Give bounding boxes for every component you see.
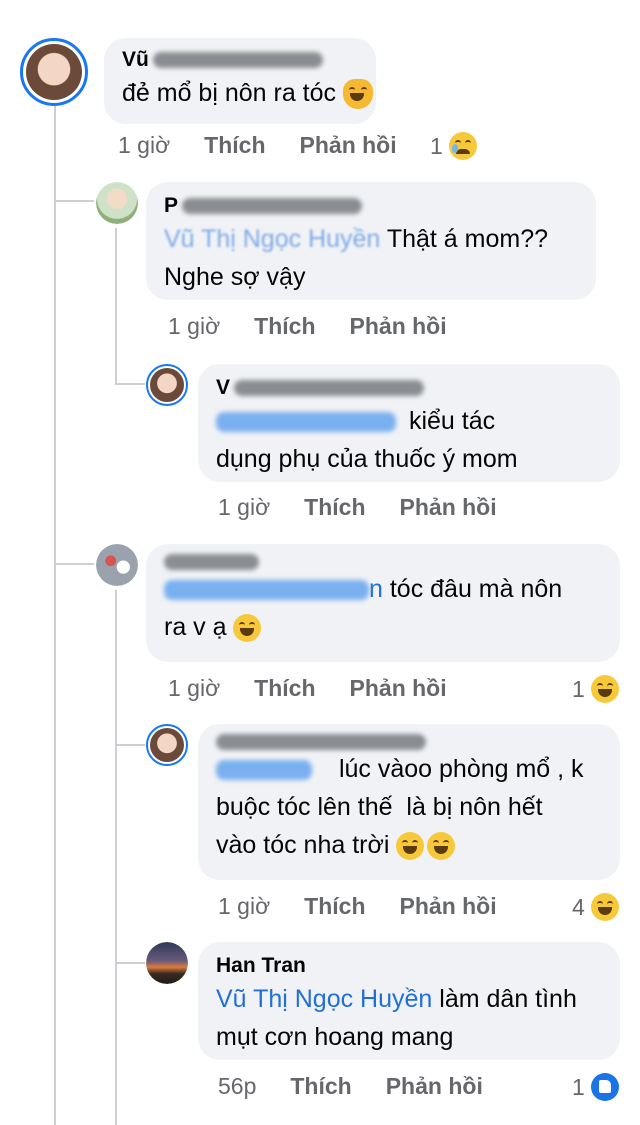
thread-line — [54, 104, 56, 1125]
avatar[interactable] — [96, 182, 138, 224]
comment-text: n tóc đâu mà nôn — [164, 570, 602, 608]
comment-author[interactable]: V — [216, 374, 602, 402]
comment-actions: 1 giờ Thích Phản hồi — [118, 132, 397, 159]
sad-tear-icon — [448, 132, 477, 160]
reply-button[interactable]: Phản hồi — [350, 675, 447, 702]
comment-text: lúc vàoo phòng mổ , k — [216, 750, 602, 788]
timestamp[interactable]: 1 giờ — [168, 313, 220, 340]
redacted-name — [152, 52, 323, 68]
comment-actions: 56p Thích Phản hồi — [218, 1073, 483, 1100]
redacted-name — [216, 734, 426, 750]
thread-branch — [115, 962, 145, 964]
like-icon — [590, 1073, 619, 1101]
avatar[interactable] — [20, 38, 88, 106]
grin-sweat-icon — [233, 614, 262, 643]
like-button[interactable]: Thích — [254, 313, 315, 340]
thread-line — [115, 228, 117, 384]
like-button[interactable]: Thích — [304, 893, 365, 920]
comment-author[interactable]: Han Tran — [216, 952, 602, 980]
comment-text-line: buộc tóc lên thế là bị nôn hết — [216, 793, 543, 821]
comment-text-line: ra v ạ — [164, 608, 602, 646]
comment-bubble: V kiểu tác dụng phụ của thuốc ý mom — [198, 364, 620, 482]
reply-button[interactable]: Phản hồi — [386, 1073, 483, 1100]
laughing-icon — [396, 832, 425, 861]
comment-bubble: Han Tran Vũ Thị Ngọc Huyền làm dân tình … — [198, 942, 620, 1060]
thread-branch — [54, 200, 94, 202]
redacted-name — [182, 198, 363, 214]
comment-bubble: n tóc đâu mà nôn ra v ạ — [146, 544, 620, 662]
timestamp[interactable]: 1 giờ — [168, 675, 220, 702]
thread-branch — [54, 563, 94, 565]
comment-author[interactable]: Vũ — [122, 46, 358, 74]
comment-actions: 1 giờ Thích Phản hồi — [168, 675, 447, 702]
avatar[interactable] — [146, 942, 188, 984]
reply-button[interactable]: Phản hồi — [400, 893, 497, 920]
comment-bubble: lúc vàoo phòng mổ , k buộc tóc lên thế l… — [198, 724, 620, 880]
mention-link[interactable] — [216, 412, 396, 433]
mention-link[interactable]: Vũ Thị Ngọc Huyền — [164, 225, 380, 253]
timestamp[interactable]: 56p — [218, 1073, 256, 1100]
comment-actions: 1 giờ Thích Phản hồi — [168, 313, 447, 340]
redacted-name — [164, 554, 259, 570]
thread-line — [115, 590, 117, 1125]
comment-bubble: Vũ đẻ mổ bị nôn ra tóc — [104, 38, 376, 124]
like-button[interactable]: Thích — [204, 132, 265, 159]
comment-text: Vũ Thị Ngọc Huyền làm dân tình — [216, 985, 577, 1013]
avatar[interactable] — [146, 724, 188, 766]
thread-branch — [115, 744, 145, 746]
comment-bubble: P Vũ Thị Ngọc Huyền Thật á mom?? Nghe sợ… — [146, 182, 596, 300]
reaction-count[interactable]: 4 — [572, 893, 619, 921]
comment-text-line: vào tóc nha trời — [216, 826, 602, 864]
reply-button[interactable]: Phản hồi — [350, 313, 447, 340]
mention-link[interactable] — [164, 580, 369, 601]
comment-text: đẻ mổ bị nôn ra tóc — [122, 74, 373, 112]
mention-link[interactable] — [216, 760, 312, 781]
comment-actions: 1 giờ Thích Phản hồi — [218, 893, 497, 920]
reaction-count[interactable]: 1 — [572, 675, 619, 703]
like-button[interactable]: Thích — [290, 1073, 351, 1100]
comment-text: kiểu tác — [216, 402, 602, 440]
reaction-count[interactable]: 1 — [572, 1073, 619, 1101]
timestamp[interactable]: 1 giờ — [218, 893, 270, 920]
comment-author[interactable]: P — [164, 192, 578, 220]
reply-button[interactable]: Phản hồi — [400, 494, 497, 521]
thread-branch — [115, 383, 145, 385]
comment-text-line: dụng phụ của thuốc ý mom — [216, 445, 518, 473]
timestamp[interactable]: 1 giờ — [118, 132, 170, 159]
mention-link[interactable]: Vũ Thị Ngọc Huyền — [216, 985, 432, 1013]
comment-actions: 1 giờ Thích Phản hồi — [218, 494, 497, 521]
reaction-count[interactable]: 1 — [430, 132, 477, 160]
comment-text-line: Nghe sợ vậy — [164, 263, 306, 291]
comment-text: Vũ Thị Ngọc Huyền Thật á mom?? — [164, 225, 549, 253]
redacted-name — [234, 380, 425, 396]
like-button[interactable]: Thích — [304, 494, 365, 521]
laughing-icon — [590, 675, 619, 703]
laughing-icon — [590, 893, 619, 921]
laughing-cat-icon — [342, 79, 373, 110]
comment-author[interactable] — [216, 734, 602, 750]
reply-button[interactable]: Phản hồi — [300, 132, 397, 159]
like-button[interactable]: Thích — [254, 675, 315, 702]
avatar[interactable] — [146, 364, 188, 406]
comment-text-line: mụt cơn hoang mang — [216, 1023, 454, 1051]
timestamp[interactable]: 1 giờ — [218, 494, 270, 521]
comment-author[interactable] — [164, 554, 602, 570]
avatar[interactable] — [96, 544, 138, 586]
laughing-icon — [427, 832, 456, 861]
